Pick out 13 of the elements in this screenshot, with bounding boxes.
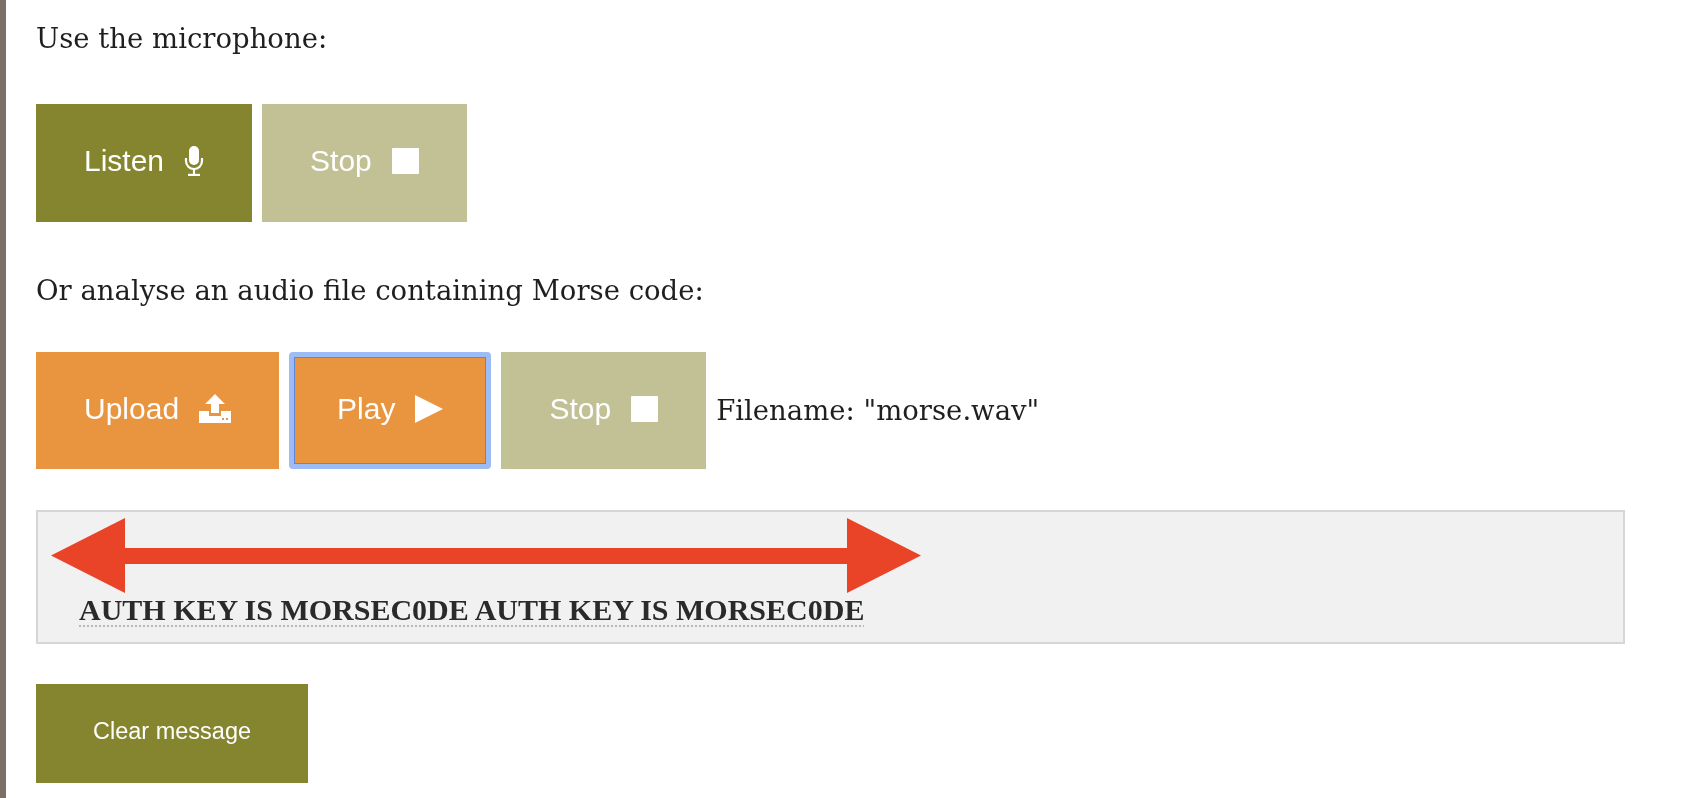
upload-button[interactable]: Upload — [36, 352, 280, 469]
decoded-message-text: AUTH KEY IS MORSEC0DE AUTH KEY IS MORSEC0DE — [79, 593, 865, 626]
audio-file-prompt: Or analyse an audio file containing Morse code: — [36, 273, 704, 308]
microphone-prompt: Use the microphone: — [36, 21, 328, 56]
listen-button[interactable]: Listen — [36, 104, 253, 222]
upload-icon — [199, 394, 232, 423]
filename-text: Filename: "morse.wav" — [716, 393, 1040, 428]
play-button[interactable]: Play — [289, 352, 492, 469]
play-icon — [415, 394, 444, 423]
clear-message-button[interactable]: Clear message — [36, 684, 309, 783]
stop-icon — [631, 395, 659, 422]
stop-icon — [391, 148, 419, 174]
microphone-icon — [184, 146, 205, 176]
